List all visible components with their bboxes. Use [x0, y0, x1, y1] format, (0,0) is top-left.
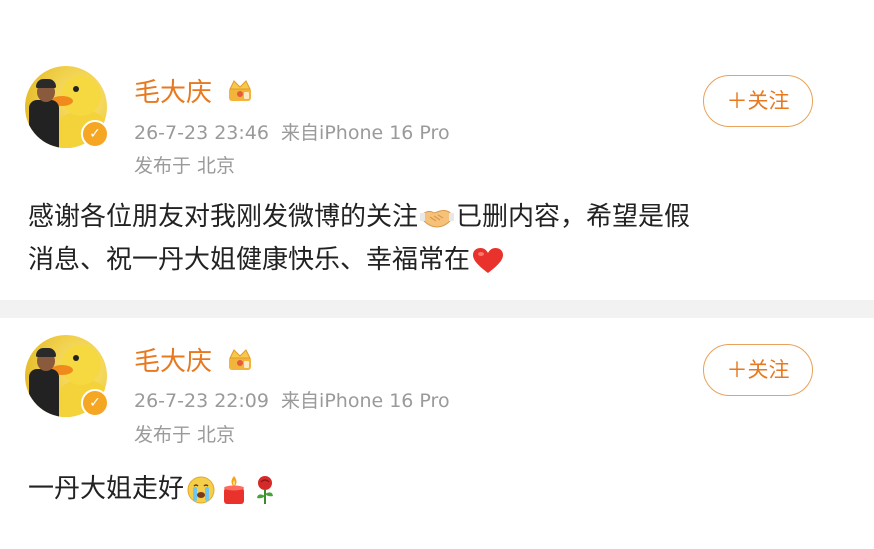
- verified-badge-icon: ✓: [81, 389, 109, 417]
- follow-label: 关注: [747, 358, 790, 382]
- follow-label: 关注: [747, 89, 790, 113]
- post-content: 一丹大姐走好: [28, 468, 848, 511]
- avatar[interactable]: ✓: [25, 335, 109, 417]
- weibo-post: ✓ 毛大庆 26-7-23 23:46 来自iPhone 16 Pro 发布于 …: [0, 0, 874, 300]
- author-name[interactable]: 毛大庆: [134, 341, 212, 378]
- follow-button[interactable]: ＋关注: [703, 344, 813, 396]
- crying-face-emoji-icon: [187, 476, 215, 503]
- plus-icon: ＋: [726, 89, 748, 113]
- crown-vip-icon: [229, 80, 251, 101]
- post-meta: 26-7-23 22:09 来自iPhone 16 Pro: [134, 386, 450, 413]
- crown-vip-icon: [229, 349, 251, 370]
- content-text: 一丹大姐走好: [28, 474, 185, 504]
- post-content: 感谢各位朋友对我刚发微博的关注 已删内容，希望是假 消息、祝一丹大姐健康快乐、幸…: [28, 196, 848, 282]
- content-text: 消息、祝一丹大姐健康快乐、幸福常在: [28, 245, 471, 275]
- follow-button[interactable]: ＋关注: [703, 75, 813, 127]
- post-source: 来自iPhone 16 Pro: [281, 390, 450, 412]
- red-heart-emoji-icon: [473, 247, 504, 273]
- verified-badge-icon: ✓: [81, 120, 109, 148]
- plus-icon: ＋: [726, 358, 748, 382]
- content-text: 已删内容，希望是假: [456, 202, 691, 232]
- post-location: 发布于 北京: [134, 424, 236, 446]
- post-location: 发布于 北京: [134, 155, 236, 177]
- weibo-post: ✓ 毛大庆 26-7-23 22:09 来自iPhone 16 Pro 发布于 …: [0, 318, 874, 549]
- content-text: 感谢各位朋友对我刚发微博的关注: [28, 202, 419, 232]
- post-source: 来自iPhone 16 Pro: [281, 122, 450, 144]
- post-meta: 26-7-23 23:46 来自iPhone 16 Pro: [134, 118, 450, 145]
- avatar[interactable]: ✓: [25, 66, 109, 148]
- rose-emoji-icon: [257, 475, 274, 504]
- post-timestamp: 26-7-23 23:46: [134, 122, 269, 144]
- post-timestamp: 26-7-23 22:09: [134, 390, 269, 412]
- candle-emoji-icon: [224, 475, 245, 504]
- author-name[interactable]: 毛大庆: [134, 72, 212, 109]
- handshake-emoji-icon: [420, 209, 455, 228]
- content-line-1: 感谢各位朋友对我刚发微博的关注 已删内容，希望是假: [28, 196, 848, 239]
- content-line-2: 消息、祝一丹大姐健康快乐、幸福常在: [28, 239, 848, 282]
- post-divider: [0, 300, 874, 318]
